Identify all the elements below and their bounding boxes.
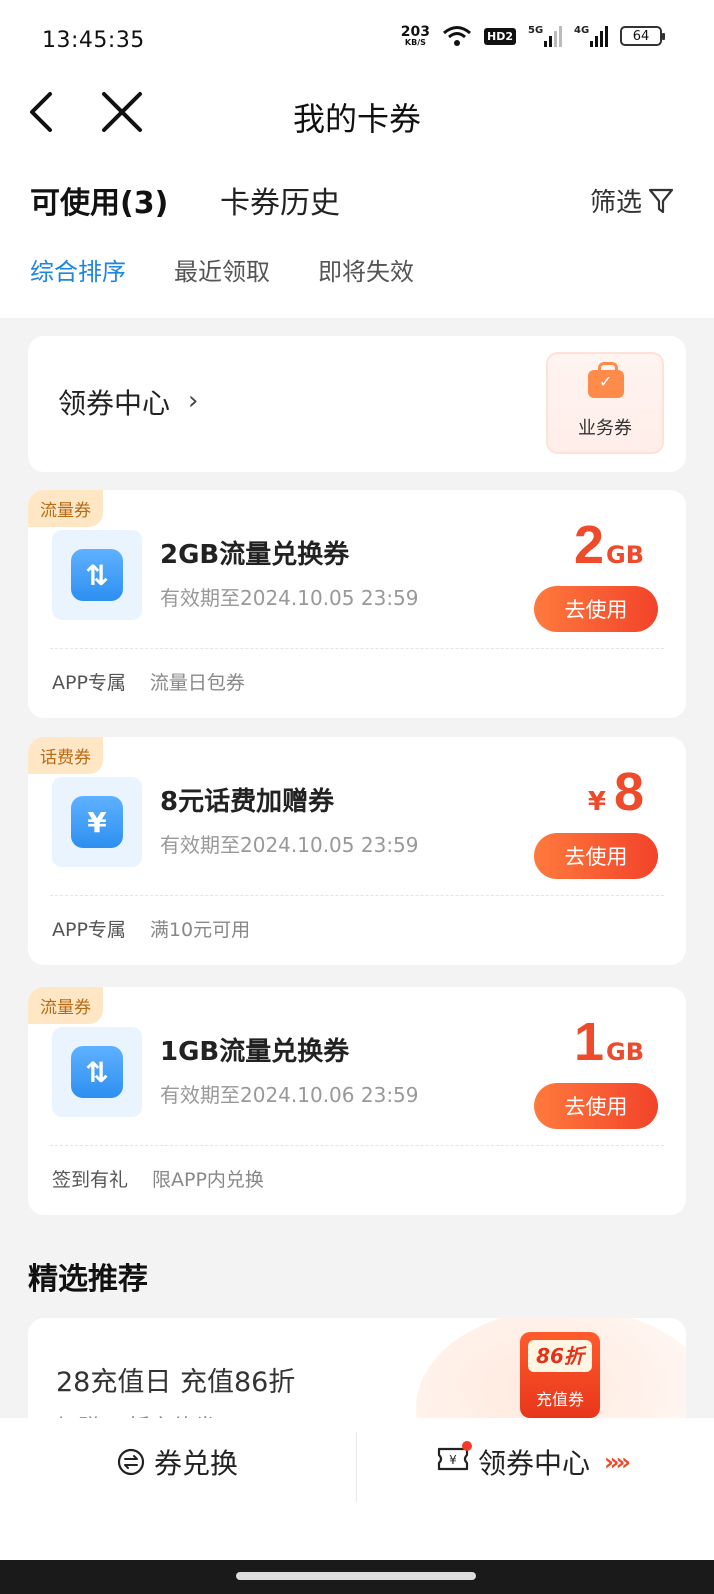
network-speed: 203 KB/S <box>401 25 430 47</box>
filter-button[interactable]: 筛选 <box>590 182 674 219</box>
coupon-center-title: 领券中心 <box>58 387 171 420</box>
coupon-tag: 流量券 <box>28 987 103 1024</box>
signal-5g-icon: 5G <box>528 25 562 47</box>
coupon-amount: ¥ 8 <box>588 761 644 823</box>
exchange-label: 券兑换 <box>154 1447 239 1480</box>
yuan-icon: ¥ <box>71 796 123 848</box>
notification-dot <box>462 1440 472 1451</box>
coupon-icon-box: ¥ <box>52 777 142 867</box>
coupon-amount: 2 GB <box>574 514 644 576</box>
coupon-source: APP专属 <box>52 919 126 941</box>
coupon-tag: 流量券 <box>28 490 103 527</box>
badge-discount: 86折 <box>528 1340 592 1372</box>
coupon-condition: 满10元可用 <box>149 919 251 941</box>
coupon-card: 话费券 ¥ 8元话费加赠券 有效期至2024.10.05 23:59 ¥ 8 去… <box>28 737 686 965</box>
bag-icon <box>588 362 624 398</box>
use-button[interactable]: 去使用 <box>534 833 658 879</box>
featured-section-title: 精选推荐 <box>28 1262 148 1297</box>
status-icons: 203 KB/S HD2 5G 4G 64 <box>401 24 665 48</box>
coupon-amount: 1 GB <box>574 1011 644 1073</box>
signal-4g-label: 4G <box>574 25 590 36</box>
coupon-expiry: 有效期至2024.10.05 23:59 <box>160 586 419 610</box>
svg-text:¥: ¥ <box>449 1453 457 1467</box>
coupon-expiry: 有效期至2024.10.06 23:59 <box>160 1083 419 1107</box>
coupon-name: 1GB流量兑换券 <box>160 1037 350 1067</box>
promo-card[interactable]: 28充值日 充值86折 加赠88折充值券 86折 充值券 <box>28 1318 686 1418</box>
use-button[interactable]: 去使用 <box>534 586 658 632</box>
coupon-name: 8元话费加赠券 <box>160 787 335 817</box>
tab-history[interactable]: 卡券历史 <box>220 178 340 222</box>
divider <box>50 895 664 896</box>
exchange-icon <box>117 1448 145 1476</box>
tab-bar: 可使用(3) 卡券历史 筛选 <box>30 178 674 226</box>
chevrons-right-icon: »» <box>604 1448 631 1476</box>
divider <box>50 1145 664 1146</box>
coupon-expiry: 有效期至2024.10.05 23:59 <box>160 833 419 857</box>
tab-available[interactable]: 可使用(3) <box>30 178 168 222</box>
speed-unit: KB/S <box>404 38 426 47</box>
data-transfer-icon: ⇅ <box>71 1046 123 1098</box>
recharge-coupon-badge: 86折 充值券 <box>520 1332 600 1418</box>
chevron-right-icon: › <box>188 386 199 416</box>
system-nav-strip <box>0 1560 714 1594</box>
filter-icon <box>648 188 674 213</box>
coupon-icon-box: ⇅ <box>52 1027 142 1117</box>
status-bar: 13:45:35 203 KB/S HD2 5G 4G 64 <box>0 0 714 80</box>
coupon-amount-value: 8 <box>613 762 644 822</box>
coupon-card: 流量券 ⇅ 2GB流量兑换券 有效期至2024.10.05 23:59 2 GB… <box>28 490 686 718</box>
coupon-footer: APP专属 满10元可用 <box>52 915 250 942</box>
coupon-center-label: 领券中心 <box>478 1447 591 1480</box>
hd-icon: HD2 <box>484 27 516 45</box>
nav-bar: 我的卡券 <box>0 80 714 144</box>
business-coupon-label: 业务券 <box>578 418 632 439</box>
coupon-icon-box: ⇅ <box>52 530 142 620</box>
filter-label: 筛选 <box>589 188 642 218</box>
sort-options: 综合排序 最近领取 即将失效 <box>30 252 414 287</box>
coupon-footer: 签到有礼 限APP内兑换 <box>52 1165 264 1192</box>
coupon-amount-unit: GB <box>606 541 644 569</box>
page-title: 我的卡券 <box>292 100 421 138</box>
coupon-name: 2GB流量兑换券 <box>160 540 350 570</box>
coupon-source: 签到有礼 <box>52 1169 129 1191</box>
exchange-button[interactable]: 券兑换 <box>116 1442 238 1482</box>
header-area: 13:45:35 203 KB/S HD2 5G 4G 64 我的卡券 可使用(… <box>0 0 714 318</box>
coupon-condition: 限APP内兑换 <box>152 1169 264 1191</box>
signal-5g-label: 5G <box>528 25 544 36</box>
use-button[interactable]: 去使用 <box>534 1083 658 1129</box>
coupon-amount-unit: GB <box>606 1038 644 1066</box>
coupon-amount-prefix: ¥ <box>587 787 606 817</box>
bottom-bar: 券兑换 ¥ 领券中心 »» <box>0 1418 714 1594</box>
data-transfer-icon: ⇅ <box>71 549 123 601</box>
promo-title: 28充值日 充值86折 <box>56 1367 296 1398</box>
coupon-condition: 流量日包券 <box>149 672 245 694</box>
coupon-source: APP专属 <box>52 672 126 694</box>
sort-recent[interactable]: 最近领取 <box>174 252 270 287</box>
coupon-center-card[interactable]: 领券中心 › 业务券 <box>28 336 686 472</box>
badge-label: 充值券 <box>535 1390 584 1409</box>
coupon-center-button[interactable]: ¥ 领券中心 »» <box>436 1440 631 1482</box>
ticket-icon: ¥ <box>436 1440 472 1480</box>
coupon-amount-value: 1 <box>573 1012 604 1072</box>
sort-expiring[interactable]: 即将失效 <box>318 252 414 287</box>
signal-4g-icon: 4G <box>574 25 608 47</box>
home-indicator[interactable] <box>236 1572 476 1580</box>
battery-level: 64 <box>632 28 650 44</box>
coupon-amount-value: 2 <box>573 515 604 575</box>
battery-icon: 64 <box>620 26 665 46</box>
coupon-tag: 话费券 <box>28 737 103 774</box>
sort-comprehensive[interactable]: 综合排序 <box>30 252 126 287</box>
coupon-footer: APP专属 流量日包券 <box>52 668 245 695</box>
business-coupon-button[interactable]: 业务券 <box>546 352 664 454</box>
divider <box>50 648 664 649</box>
status-time: 13:45:35 <box>42 28 145 53</box>
speed-value: 203 <box>400 24 430 40</box>
coupon-card: 流量券 ⇅ 1GB流量兑换券 有效期至2024.10.06 23:59 1 GB… <box>28 987 686 1215</box>
divider <box>356 1432 357 1502</box>
promo-subtitle: 加赠88折充值券 <box>56 1410 216 1418</box>
wifi-icon <box>443 26 471 46</box>
